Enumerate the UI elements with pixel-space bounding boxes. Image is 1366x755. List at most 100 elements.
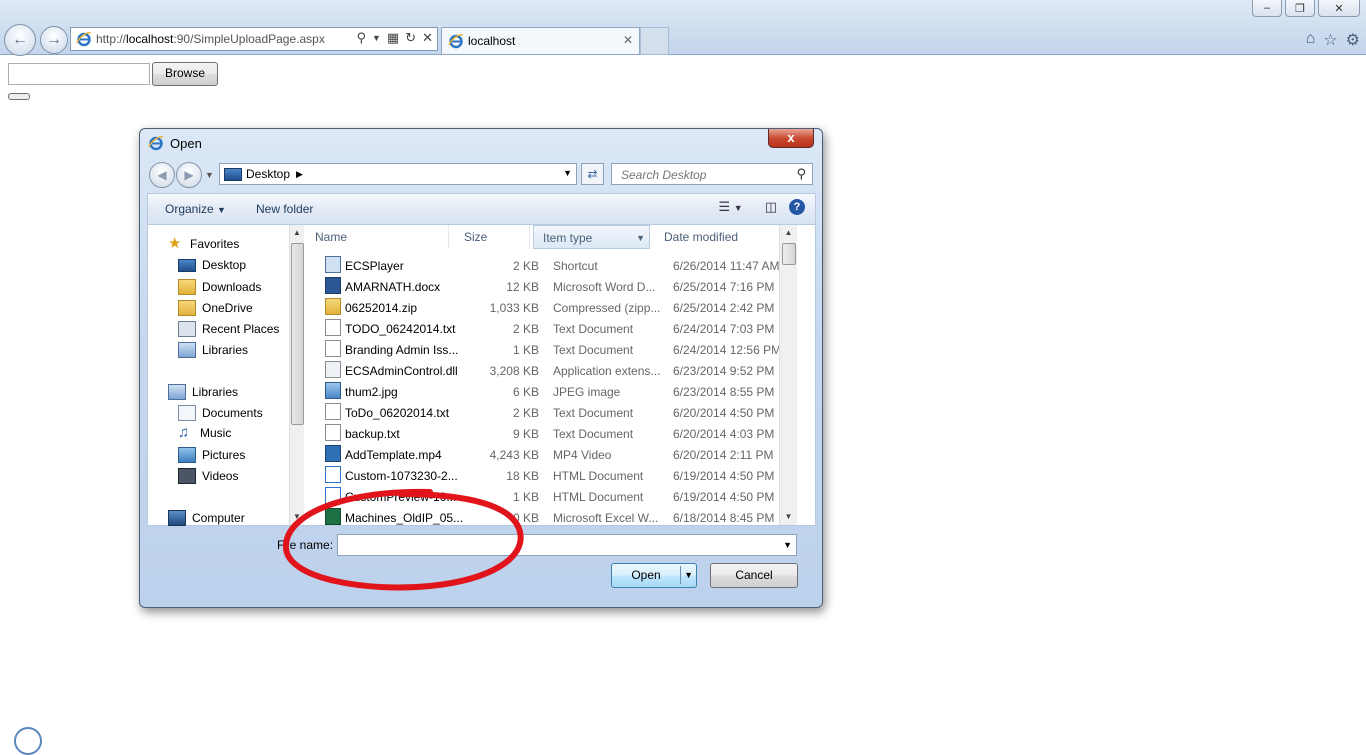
- new-folder-button[interactable]: New folder: [256, 202, 313, 216]
- column-date-modified[interactable]: Date modified: [655, 225, 780, 249]
- nav-item-music[interactable]: ♫ Music: [178, 425, 231, 440]
- file-name-field[interactable]: ▼: [337, 534, 797, 556]
- file-row[interactable]: AMARNATH.docx 12 KB Microsoft Word D... 6/2…: [306, 277, 797, 298]
- cancel-button[interactable]: Cancel: [710, 563, 798, 588]
- file-row[interactable]: thum2.jpg 6 KB JPEG image 6/23/2014 8:55 PM: [306, 382, 797, 403]
- back-button[interactable]: ←: [4, 24, 36, 56]
- close-window-button[interactable]: ✕: [1318, 0, 1360, 17]
- compat-view-icon[interactable]: ▦: [387, 30, 399, 46]
- address-bar[interactable]: http://localhost:90/SimpleUploadPage.asp…: [70, 27, 438, 51]
- nav-libraries[interactable]: Libraries: [168, 384, 238, 400]
- favorites-star-icon[interactable]: ☆: [1323, 30, 1337, 50]
- partial-logo-icon: [14, 727, 42, 755]
- word-file-icon: [325, 277, 341, 294]
- recent-locations-dropdown-icon[interactable]: ▼: [205, 170, 214, 188]
- column-item-type[interactable]: Item type ▼: [533, 225, 650, 249]
- file-row[interactable]: Branding Admin Iss... 1 KB Text Document 6/…: [306, 340, 797, 361]
- help-icon[interactable]: ?: [789, 199, 805, 215]
- chevron-down-icon[interactable]: ▼: [684, 564, 693, 586]
- dialog-back-button[interactable]: ◀: [149, 162, 175, 188]
- tab-localhost[interactable]: localhost ✕: [441, 27, 640, 54]
- view-options-button[interactable]: ☰ ▼: [719, 199, 743, 215]
- path-dropdown-icon[interactable]: ▼: [563, 168, 572, 178]
- dialog-search-box[interactable]: ⚲: [611, 163, 813, 185]
- nav-item-videos[interactable]: Videos: [178, 468, 238, 484]
- nav-favorites[interactable]: ★ Favorites: [168, 236, 239, 251]
- file-name: Machines_OldIP_05...: [345, 511, 463, 525]
- open-button[interactable]: Open ▼: [611, 563, 697, 588]
- toolbar-right: ☰ ▼ ◫ ?: [719, 199, 805, 215]
- new-tab-button[interactable]: [640, 27, 669, 55]
- file-list: Name Size Item type ▼ Date modified ECSPl…: [306, 225, 797, 525]
- file-row[interactable]: CustomPreview-10... 1 KB HTML Document 6/19…: [306, 487, 797, 508]
- scroll-down-icon[interactable]: ▼: [290, 512, 304, 521]
- file-row[interactable]: Machines_OldIP_05... 0 KB Microsoft Excel …: [306, 508, 797, 525]
- chevron-down-icon[interactable]: ▼: [783, 540, 792, 550]
- scroll-down-icon[interactable]: ▼: [780, 512, 797, 521]
- nav-computer[interactable]: Computer: [168, 510, 245, 526]
- preview-pane-icon[interactable]: ◫: [765, 199, 777, 215]
- file-row[interactable]: ECSAdminControl.dll 3,208 KB Application e…: [306, 361, 797, 382]
- file-type: Text Document: [553, 343, 634, 357]
- submit-button[interactable]: [8, 93, 30, 100]
- nav-item-desktop[interactable]: Desktop: [178, 258, 246, 272]
- desktop-icon: [224, 167, 242, 181]
- search-icon[interactable]: ⚲: [796, 166, 806, 182]
- nav-item-onedrive[interactable]: OneDrive: [178, 300, 253, 316]
- nav-label: Computer: [192, 511, 245, 525]
- file-name-label: File name:: [277, 538, 334, 552]
- url-prefix: http://: [96, 32, 127, 46]
- nav-item-downloads[interactable]: Downloads: [178, 279, 261, 295]
- folder-icon: [178, 300, 196, 316]
- restore-button[interactable]: ❐: [1285, 0, 1315, 17]
- browse-button[interactable]: Browse: [152, 62, 218, 86]
- minimize-button[interactable]: –: [1252, 0, 1282, 17]
- stop-icon[interactable]: ✕: [422, 30, 433, 46]
- organize-label: Organize: [165, 202, 214, 216]
- file-row[interactable]: ECSPlayer 2 KB Shortcut 6/26/2014 11:47 AM: [306, 256, 797, 277]
- breadcrumb-desktop[interactable]: Desktop: [246, 167, 290, 181]
- path-breadcrumb[interactable]: Desktop ▶ ▼: [219, 163, 577, 185]
- refresh-icon[interactable]: ↻: [405, 30, 416, 46]
- sort-dropdown-icon[interactable]: ▼: [636, 226, 645, 250]
- open-file-dialog: Open x ◀ ▶ ▼ Desktop ▶ ▼ ⇄ ⚲ Organize ▼ …: [139, 128, 823, 608]
- file-name: ToDo_06202014.txt: [345, 406, 450, 420]
- file-date: 6/19/2014 4:50 PM: [673, 469, 775, 483]
- file-row[interactable]: AddTemplate.mp4 4,243 KB MP4 Video 6/20/201…: [306, 445, 797, 466]
- close-tab-icon[interactable]: ✕: [623, 33, 633, 47]
- organize-button[interactable]: Organize ▼: [165, 202, 226, 216]
- file-row[interactable]: backup.txt 9 KB Text Document 6/20/2014 4:0…: [306, 424, 797, 445]
- search-input[interactable]: [619, 167, 793, 183]
- nav-item-pictures[interactable]: Pictures: [178, 447, 245, 463]
- file-size: 2 KB: [512, 259, 539, 273]
- file-list-scrollbar[interactable]: ▲ ▼: [779, 225, 797, 525]
- file-row[interactable]: 06252014.zip 1,033 KB Compressed (zipp... 6…: [306, 298, 797, 319]
- search-icon[interactable]: ⚲: [356, 30, 366, 46]
- tab-title: localhost: [468, 34, 516, 48]
- list-scroll-thumb[interactable]: [782, 243, 796, 265]
- file-row[interactable]: Custom-1073230-2... 18 KB HTML Document 6/1…: [306, 466, 797, 487]
- nav-item-recent-places[interactable]: Recent Places: [178, 321, 279, 337]
- nav-item-documents[interactable]: Documents: [178, 405, 263, 421]
- dialog-close-button[interactable]: x: [768, 129, 814, 148]
- libraries-icon: [168, 384, 186, 400]
- file-path-input[interactable]: [8, 63, 150, 85]
- file-name: TODO_06242014.txt: [345, 322, 456, 336]
- nav-item-libraries-fav[interactable]: Libraries: [178, 342, 248, 358]
- dialog-refresh-button[interactable]: ⇄: [581, 163, 604, 185]
- breadcrumb-arrow-icon[interactable]: ▶: [296, 169, 303, 180]
- tools-gear-icon[interactable]: ⚙: [1346, 30, 1360, 50]
- file-row[interactable]: TODO_06242014.txt 2 KB Text Document 6/24/2…: [306, 319, 797, 340]
- forward-button[interactable]: →: [40, 26, 68, 54]
- file-row[interactable]: ToDo_06202014.txt 2 KB Text Document 6/20/2…: [306, 403, 797, 424]
- column-size[interactable]: Size: [455, 225, 530, 249]
- column-name[interactable]: Name: [306, 225, 449, 249]
- dropdown-icon[interactable]: ▼: [372, 33, 381, 46]
- scroll-up-icon[interactable]: ▲: [290, 228, 304, 237]
- scroll-up-icon[interactable]: ▲: [780, 228, 797, 237]
- nav-scroll-thumb[interactable]: [291, 243, 304, 425]
- forward-arrow-icon: ▶: [184, 168, 194, 182]
- nav-scrollbar[interactable]: ▲ ▼: [289, 225, 304, 525]
- home-icon[interactable]: ⌂: [1306, 30, 1316, 50]
- dialog-forward-button[interactable]: ▶: [176, 162, 202, 188]
